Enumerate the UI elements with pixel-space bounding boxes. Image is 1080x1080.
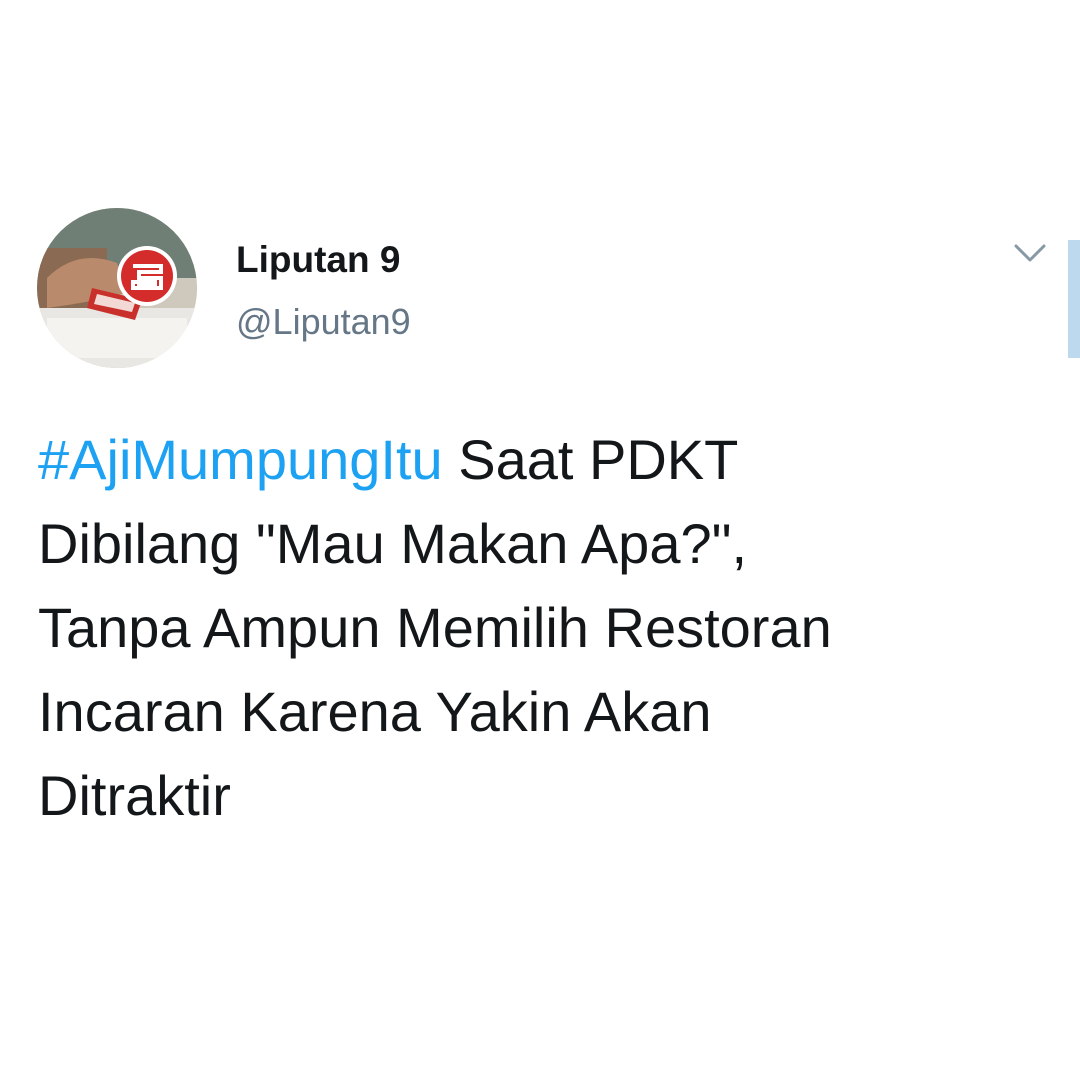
- tweet-card: Liputan 9 @Liputan9 #AjiMumpungItu Saat …: [0, 0, 1080, 1080]
- hashtag-link[interactable]: #AjiMumpungItu: [38, 428, 443, 491]
- user-handle[interactable]: @Liputan9: [236, 298, 411, 346]
- chevron-down-icon[interactable]: [1012, 238, 1048, 266]
- scrollbar[interactable]: [1068, 240, 1080, 358]
- tweet-text: #AjiMumpungItu Saat PDKT Dibilang "Mau M…: [38, 418, 1048, 838]
- tweet-text-line: Tanpa Ampun Memilih Restoran: [38, 596, 832, 659]
- tweet-text-line: Saat PDKT: [442, 428, 739, 491]
- tweet-text-line: Dibilang "Mau Makan Apa?",: [38, 512, 748, 575]
- tweet-text-line: Incaran Karena Yakin Akan: [38, 680, 712, 743]
- display-name[interactable]: Liputan 9: [236, 236, 400, 284]
- liputan9-logo-avatar: [37, 208, 197, 368]
- avatar[interactable]: [37, 208, 197, 368]
- tweet-text-line: Ditraktir: [38, 764, 231, 827]
